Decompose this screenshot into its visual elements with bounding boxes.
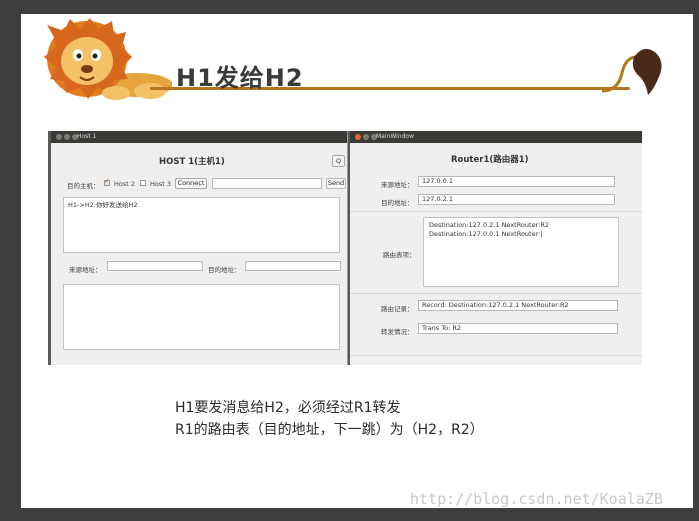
route-record-field[interactable]: Record: Destination:127.0.2.1 NextRouter… — [418, 300, 618, 311]
routing-table-row: Destination:127.0.0.1 NextRouter:| — [429, 230, 543, 238]
q-button[interactable]: Q — [332, 155, 345, 167]
host1-source-label: 来源地址： — [69, 266, 102, 274]
route-record-label: 路由记录： — [381, 305, 414, 313]
router-titlebar: MainWindow — [350, 131, 642, 143]
routing-table-row: Destination:127.0.2.1 NextRouter:R2 — [429, 221, 549, 229]
host3-label: Host 3 — [150, 180, 172, 188]
connect-button[interactable]: Connect — [175, 178, 207, 189]
host1-source-field[interactable] — [107, 261, 203, 271]
watermark: http://blog.csdn.net/KoalaZB — [410, 490, 663, 508]
divider — [350, 293, 642, 294]
divider — [350, 211, 642, 212]
host2-label: Host 2 — [114, 180, 136, 188]
host1-heading: HOST 1(主机1) — [159, 157, 225, 167]
embedded-screenshot: Host 1 HOST 1(主机1) Q 目的主机： Host 2 Host 3… — [48, 131, 642, 365]
slide-title: H1发给H2 — [176, 64, 304, 92]
router-source-label: 来源地址： — [381, 181, 414, 189]
host3-checkbox[interactable] — [140, 180, 146, 186]
router-dest-label: 目的地址： — [381, 199, 414, 207]
routing-table-label: 路由表项： — [383, 251, 416, 259]
router-window: MainWindow Router1(路由器1) 来源地址： 127.0.0.1… — [350, 131, 642, 365]
host1-output-area[interactable] — [63, 284, 340, 350]
caption-line-2: R1的路由表（目的地址，下一跳）为（H2，R2） — [175, 422, 484, 438]
host1-window: Host 1 HOST 1(主机1) Q 目的主机： Host 2 Host 3… — [51, 131, 348, 365]
host1-dest-field[interactable] — [245, 261, 341, 271]
minimize-window-icon[interactable] — [363, 134, 369, 140]
router-source-field[interactable]: 127.0.0.1 — [418, 176, 615, 187]
forward-status-field[interactable]: Trans To: R2 — [418, 323, 618, 334]
message-input[interactable] — [212, 178, 322, 189]
host1-window-title: Host 1 — [77, 133, 97, 140]
message-log[interactable]: H1->H2:你好发送给H2 — [63, 197, 340, 253]
routing-table-list[interactable]: Destination:127.0.2.1 NextRouter:R2 Dest… — [423, 217, 619, 287]
close-window-icon[interactable] — [56, 134, 62, 140]
lion-mascot-icon — [44, 18, 172, 100]
host1-titlebar: Host 1 — [51, 131, 347, 143]
host1-dest-label: 目的地址： — [208, 266, 241, 274]
router-dest-field[interactable]: 127.0.2.1 — [418, 194, 615, 205]
send-button[interactable]: Send — [326, 178, 346, 189]
minimize-window-icon[interactable] — [64, 134, 70, 140]
host2-checkbox[interactable] — [104, 177, 110, 186]
forward-status-label: 转发情况： — [381, 328, 414, 336]
caption-line-1: H1要发消息给H2，必须经过R1转发 — [175, 400, 401, 416]
router-window-title: MainWindow — [376, 133, 414, 140]
divider — [350, 355, 642, 356]
close-window-icon[interactable] — [355, 134, 361, 140]
router-heading: Router1(路由器1) — [451, 155, 529, 165]
target-host-label: 目的主机： — [67, 182, 100, 190]
